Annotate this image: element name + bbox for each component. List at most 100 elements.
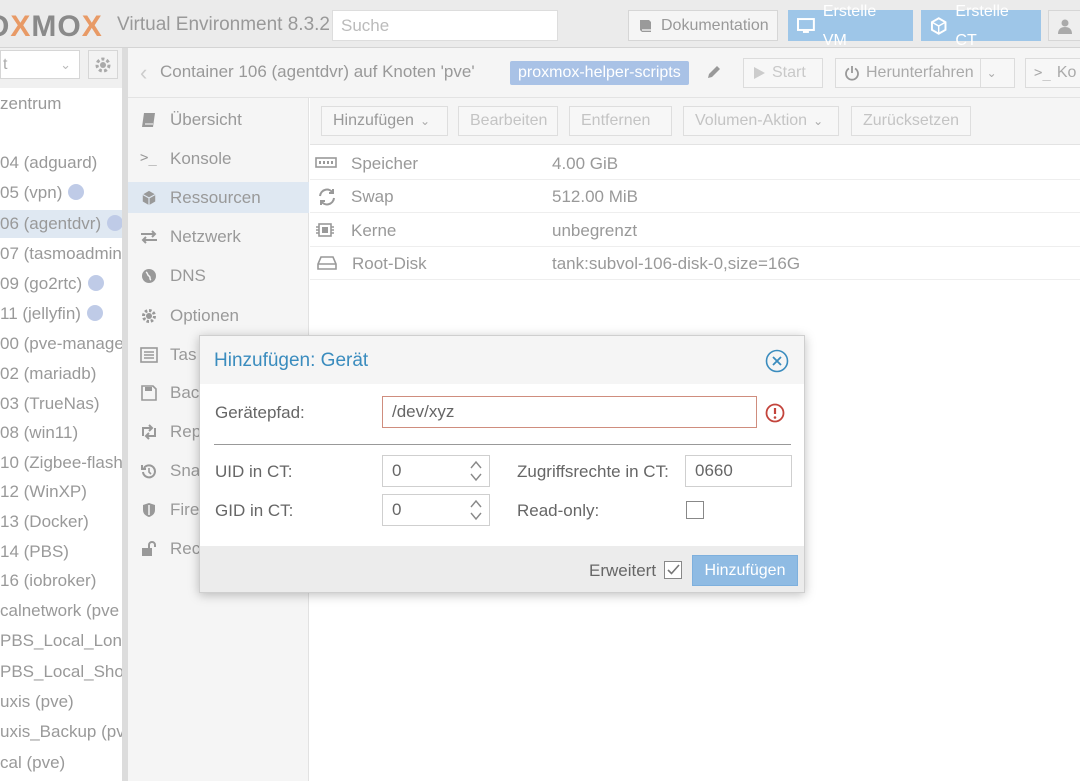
advanced-label: Erweitert	[589, 561, 657, 580]
tree-item[interactable]: uxis_Backup (pv	[0, 718, 122, 746]
table-row[interactable]: Root-Disk tank:subvol-106-disk-0,size=16…	[310, 247, 1080, 280]
tag-dot-icon	[88, 275, 105, 291]
console-button[interactable]: >_ Ko	[1025, 58, 1080, 88]
proxmox-logo[interactable]: OXMOX	[0, 10, 103, 43]
terminal-icon: >_	[1034, 65, 1051, 81]
nav-item-resources[interactable]: Ressourcen	[128, 182, 309, 213]
monitor-icon	[797, 17, 815, 33]
uid-spinner[interactable]: 0	[382, 455, 490, 487]
gear-icon[interactable]	[88, 50, 118, 79]
chevron-down-icon: ⌄	[60, 57, 71, 72]
separator	[214, 444, 791, 445]
tag-dot-icon	[107, 215, 122, 231]
refresh-icon	[319, 188, 335, 206]
exchange-icon	[141, 230, 157, 244]
reset-button[interactable]: Zurücksetzen	[851, 106, 971, 136]
hdd-icon	[317, 256, 337, 270]
gid-spinner[interactable]: 0	[382, 494, 490, 526]
uid-label: UID in CT:	[215, 462, 293, 481]
tree-item[interactable]: 00 (pve-manager	[0, 330, 122, 358]
start-button[interactable]: Start	[743, 58, 823, 88]
table-row[interactable]: Swap 512.00 MiB	[310, 180, 1080, 213]
readonly-checkbox[interactable]	[686, 501, 704, 519]
add-device-button[interactable]: Hinzufügen	[692, 555, 798, 586]
view-selector[interactable]: t ⌄	[0, 50, 80, 79]
tree-item[interactable]: 16 (iobroker)	[0, 567, 122, 595]
memory-icon	[315, 157, 337, 168]
tree-item[interactable]: 11 (jellyfin)	[0, 300, 122, 328]
list-icon	[140, 347, 158, 363]
tree-item[interactable]: 12 (WinXP)	[0, 478, 122, 506]
edit-button[interactable]: Bearbeiten	[458, 106, 558, 136]
terminal-icon: >_	[140, 150, 157, 166]
check-icon	[667, 564, 680, 575]
permissions-input[interactable]: 0660	[685, 455, 792, 487]
globe-icon	[142, 269, 156, 283]
tree-item[interactable]: 10 (Zigbee-flashe	[0, 449, 122, 477]
tree-item[interactable]: 08 (win11)	[0, 419, 122, 447]
nav-item-console[interactable]: >_ Konsole	[128, 143, 309, 174]
close-icon[interactable]	[765, 349, 789, 373]
gear-icon	[142, 309, 156, 323]
tag-dot-icon	[86, 305, 103, 321]
container-title: Container 106 (agentdvr) auf Knoten 'pve…	[160, 62, 475, 81]
user-menu-button[interactable]	[1048, 10, 1080, 41]
chevron-left-icon[interactable]: ‹	[140, 60, 147, 86]
device-path-input[interactable]: /dev/xyz	[382, 396, 757, 428]
cpu-icon	[316, 223, 334, 237]
tree-item[interactable]: cal (pve)	[0, 749, 122, 777]
tree-item[interactable]: 14 (PBS)	[0, 538, 122, 566]
device-path-label: Gerätepfad:	[215, 403, 305, 422]
advanced-checkbox[interactable]	[664, 561, 682, 579]
dialog-header: Hinzufügen: Gerät	[200, 336, 804, 384]
chevron-down-icon: ⌄	[419, 114, 431, 128]
table-row[interactable]: Kerne unbegrenzt	[310, 214, 1080, 247]
spinner-arrows-icon[interactable]	[469, 498, 483, 522]
product-version: Virtual Environment 8.3.2	[117, 14, 330, 35]
volume-action-button[interactable]: Volumen-Aktion ⌄	[683, 106, 839, 136]
tree-item[interactable]: 13 (Docker)	[0, 508, 122, 536]
documentation-button[interactable]: Dokumentation	[628, 10, 778, 41]
unlock-icon	[142, 541, 156, 556]
error-icon	[765, 403, 785, 423]
chevron-down-icon: ⌄	[813, 114, 824, 128]
retweet-icon	[142, 424, 156, 440]
spinner-arrows-icon[interactable]	[469, 459, 483, 483]
tree-item[interactable]: 07 (tasmoadmin	[0, 240, 122, 268]
table-row[interactable]: Speicher 4.00 GiB	[310, 147, 1080, 180]
nav-item-overview[interactable]: Übersicht	[128, 104, 309, 135]
search-input[interactable]: Suche	[332, 10, 558, 41]
cube-icon	[142, 190, 156, 206]
tree-item-datacenter[interactable]: zentrum	[0, 90, 122, 118]
tree-item[interactable]: PBS_Local_Short	[0, 658, 122, 686]
cube-icon	[930, 16, 947, 35]
history-icon	[141, 464, 156, 479]
tree-item[interactable]: 02 (mariadb)	[0, 360, 122, 388]
shutdown-button[interactable]: Herunterfahren ⌄	[835, 58, 1015, 88]
tree-item[interactable]: 04 (adguard)	[0, 149, 122, 177]
chevron-down-icon[interactable]: ⌄	[979, 59, 997, 87]
nav-item-options[interactable]: Optionen	[128, 300, 309, 331]
book-icon	[640, 19, 651, 32]
tree-item[interactable]: 03 (TrueNas)	[0, 390, 122, 418]
pencil-icon[interactable]	[706, 64, 722, 85]
nav-item-network[interactable]: Netzwerk	[128, 221, 309, 252]
play-icon	[754, 67, 765, 79]
create-vm-button[interactable]: Erstelle VM	[788, 3, 913, 49]
tag-dot-icon	[68, 184, 85, 200]
tree-item[interactable]: calnetwork (pve	[0, 597, 122, 625]
tree-item-selected[interactable]: 06 (agentdvr)	[0, 210, 122, 238]
resource-tree: zentrum 04 (adguard) 05 (vpn) 06 (agentd…	[0, 88, 122, 781]
nav-item-dns[interactable]: DNS	[128, 260, 309, 291]
add-button[interactable]: Hinzufügen ⌄	[321, 106, 448, 136]
create-ct-button[interactable]: Erstelle CT	[921, 3, 1041, 49]
tag-badge[interactable]: proxmox-helper-scripts	[510, 61, 689, 85]
remove-button[interactable]: Entfernen	[569, 106, 672, 136]
tree-item[interactable]: 05 (vpn)	[0, 179, 122, 207]
dialog-title: Hinzufügen: Gerät	[214, 350, 369, 371]
shield-icon	[143, 503, 155, 517]
permissions-label: Zugriffsrechte in CT:	[517, 462, 669, 481]
tree-item[interactable]: 09 (go2rtc)	[0, 270, 122, 298]
tree-item[interactable]: uxis (pve)	[0, 688, 122, 716]
tree-item[interactable]: PBS_Local_Long	[0, 627, 122, 655]
